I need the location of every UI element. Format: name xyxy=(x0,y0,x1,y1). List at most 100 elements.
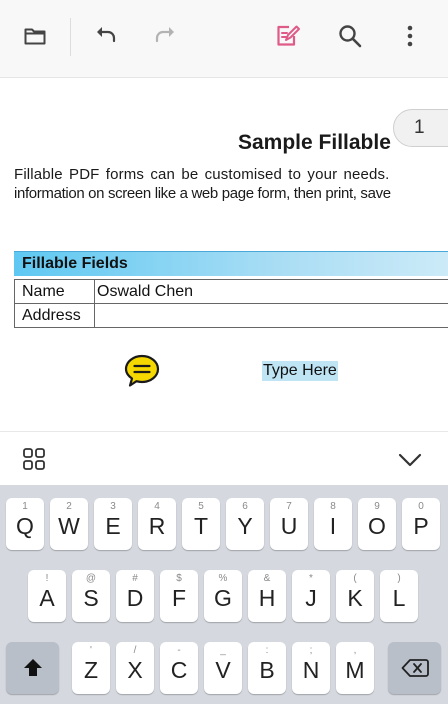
key-o[interactable]: 9O xyxy=(358,498,396,550)
key-l[interactable]: ) L xyxy=(380,570,418,622)
key-g[interactable]: % G xyxy=(204,570,242,622)
shift-key[interactable] xyxy=(6,642,59,694)
key-i[interactable]: 8I xyxy=(314,498,352,550)
redo-button[interactable] xyxy=(148,18,184,54)
key-hint: & xyxy=(263,573,271,584)
key-hint: 3 xyxy=(110,501,116,512)
key-b[interactable]: :B xyxy=(248,642,286,694)
key-hint: 9 xyxy=(374,501,380,512)
top-toolbar xyxy=(0,0,448,78)
paragraph-line: information on screen like a web page fo… xyxy=(14,185,391,202)
key-label: X xyxy=(127,657,143,683)
name-field[interactable]: Oswald Chen xyxy=(94,279,448,304)
key-z[interactable]: ' Z xyxy=(72,642,110,694)
key-label: Z xyxy=(83,657,99,683)
key-hint: ; xyxy=(309,645,313,656)
open-file-button[interactable] xyxy=(17,18,53,54)
key-hint: 7 xyxy=(286,501,292,512)
undo-icon xyxy=(97,27,116,43)
comment-note-icon[interactable] xyxy=(124,354,160,388)
key-hint: 2 xyxy=(66,501,72,512)
apps-grid-icon[interactable] xyxy=(22,447,46,471)
backspace-key[interactable] xyxy=(388,642,441,694)
key-hint: 6 xyxy=(242,501,248,512)
document-paragraph: Fillable PDF forms can be customised to … xyxy=(14,165,391,203)
key-hint: 5 xyxy=(198,501,204,512)
key-r[interactable]: 4R xyxy=(138,498,176,550)
key-hint: 4 xyxy=(154,501,160,512)
undo-button[interactable] xyxy=(87,18,123,54)
key-e[interactable]: 3E xyxy=(94,498,132,550)
key-label: W xyxy=(58,513,80,539)
shift-icon xyxy=(23,659,42,676)
key-hint: $ xyxy=(176,573,182,584)
key-c[interactable]: -C xyxy=(160,642,198,694)
key-hint: ! xyxy=(45,573,49,584)
key-label: H xyxy=(258,585,276,611)
address-field[interactable] xyxy=(94,303,448,328)
backspace-icon xyxy=(401,659,429,677)
key-hint: ) xyxy=(397,573,401,584)
key-label: I xyxy=(329,513,337,539)
key-hint: @ xyxy=(85,573,97,584)
search-icon xyxy=(339,25,362,48)
form-edit-icon xyxy=(277,25,300,46)
key-hint: % xyxy=(218,573,228,584)
key-label: C xyxy=(170,657,188,683)
fillable-fields-table: Name Oswald Chen Address xyxy=(14,279,448,328)
key-m[interactable]: ,M xyxy=(336,642,374,694)
key-d[interactable]: # D xyxy=(116,570,154,622)
toolbar-divider xyxy=(70,18,71,56)
key-hint: _ xyxy=(220,645,226,656)
key-q[interactable]: 1Q xyxy=(6,498,44,550)
key-hint: * xyxy=(309,573,313,584)
key-h[interactable]: & H xyxy=(248,570,286,622)
pdf-page-view[interactable]: Sample Fillable 1 Fillable PDF forms can… xyxy=(0,79,448,431)
search-button[interactable] xyxy=(332,18,368,54)
key-label: Q xyxy=(16,513,34,539)
key-s[interactable]: @ S xyxy=(72,570,110,622)
key-label: B xyxy=(259,657,275,683)
key-hint: - xyxy=(177,645,181,656)
key-n[interactable]: ; N xyxy=(292,642,330,694)
key-a[interactable]: ! A xyxy=(28,570,66,622)
fill-sign-button[interactable] xyxy=(270,18,306,54)
key-hint: 1 xyxy=(22,501,28,512)
key-label: D xyxy=(126,585,144,611)
paragraph-line: Fillable PDF forms can be customised to … xyxy=(14,166,390,183)
key-hint: ' xyxy=(90,645,92,656)
key-label: L xyxy=(392,585,406,611)
table-row: Name Oswald Chen xyxy=(14,279,448,304)
key-v[interactable]: _ V xyxy=(204,642,242,694)
key-label: Y xyxy=(237,513,253,539)
key-p[interactable]: 0P xyxy=(402,498,440,550)
field-label-address: Address xyxy=(14,303,95,328)
key-u[interactable]: 7U xyxy=(270,498,308,550)
key-hint: ( xyxy=(353,573,357,584)
key-label: U xyxy=(280,513,298,539)
field-label-name: Name xyxy=(14,279,95,304)
key-label: S xyxy=(83,585,99,611)
keyboard-toolbar xyxy=(0,431,448,485)
key-label: G xyxy=(214,585,232,611)
key-hint: # xyxy=(132,573,138,584)
chevron-down-icon[interactable] xyxy=(396,448,424,472)
key-y[interactable]: 6Y xyxy=(226,498,264,550)
key-label: E xyxy=(105,513,121,539)
key-k[interactable]: (K xyxy=(336,570,374,622)
key-hint: : xyxy=(265,645,269,656)
key-hint: 8 xyxy=(330,501,336,512)
free-text-annotation[interactable]: Type Here xyxy=(262,361,338,381)
page-number-badge[interactable]: 1 xyxy=(393,109,448,147)
key-x[interactable]: / X xyxy=(116,642,154,694)
key-j[interactable]: * J xyxy=(292,570,330,622)
more-options-button[interactable] xyxy=(392,18,428,54)
more-vert-icon xyxy=(407,25,413,47)
key-t[interactable]: 5T xyxy=(182,498,220,550)
key-label: R xyxy=(148,513,166,539)
key-label: A xyxy=(39,585,55,611)
key-f[interactable]: $ F xyxy=(160,570,198,622)
key-label: P xyxy=(413,513,429,539)
key-label: N xyxy=(302,657,320,683)
key-w[interactable]: 2W xyxy=(50,498,88,550)
